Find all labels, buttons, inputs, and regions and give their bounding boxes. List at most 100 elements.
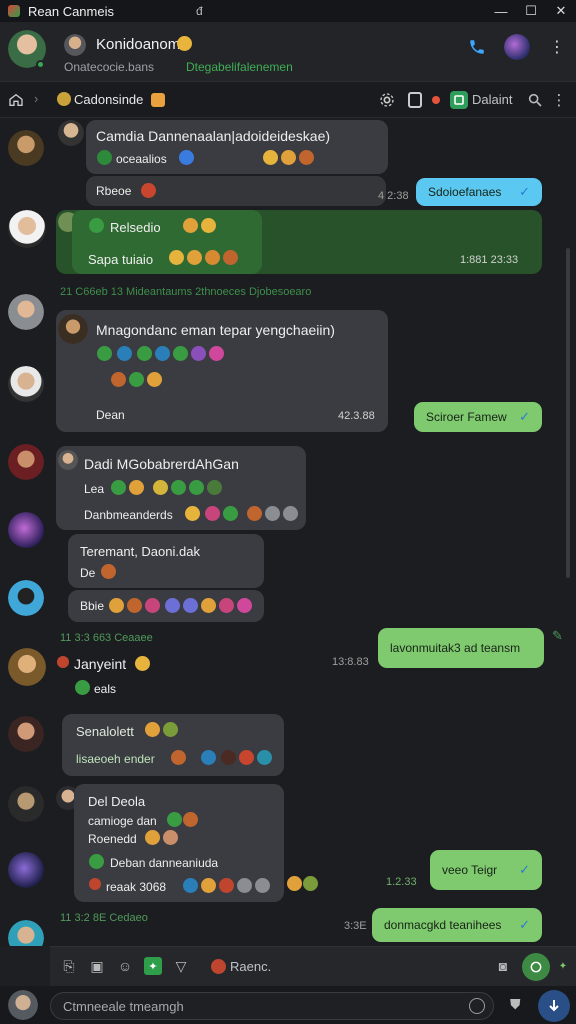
sender-avatar[interactable]	[8, 580, 44, 616]
scrollbar[interactable]	[566, 248, 570, 578]
message-text: reaak 3068	[106, 880, 167, 894]
send-button[interactable]	[538, 990, 570, 1022]
sender-avatar[interactable]	[8, 512, 44, 548]
message-bubble[interactable]: Camdia Dannenaalan|adoideideskae) oceaal…	[86, 120, 388, 174]
message-text: eals	[94, 682, 117, 696]
emoji-icon	[183, 218, 198, 233]
sender-avatar[interactable]	[8, 786, 44, 822]
message-title: Mnagondanc eman tepar yengchaeiin)	[96, 322, 335, 338]
record-icon	[432, 96, 440, 104]
search-icon[interactable]	[526, 91, 544, 109]
clock-icon[interactable]	[469, 998, 485, 1014]
message-text: Teremant, Daoni.dak	[80, 544, 200, 559]
emoji-icon	[163, 830, 178, 845]
emoji-icon	[89, 218, 104, 233]
my-avatar[interactable]	[8, 990, 38, 1020]
message-bubble[interactable]: Relsedio Sapa tuiaio 1:881 23:33	[56, 210, 542, 274]
sender-avatar[interactable]	[8, 366, 44, 402]
tablet-icon[interactable]	[406, 91, 424, 109]
sender-avatar[interactable]	[8, 648, 46, 686]
minimize-button[interactable]: —	[486, 0, 516, 22]
pencil-icon[interactable]: ✎	[552, 628, 563, 644]
emoji-icon	[135, 656, 150, 671]
emoji-icon	[167, 812, 182, 827]
title-bar: Rean Canmeis đ — ☐ ✕	[0, 0, 576, 22]
home-icon[interactable]	[6, 90, 26, 110]
emoji-icon	[191, 346, 206, 361]
message-title: Camdia Dannenaalan|adoideideskae)	[96, 128, 331, 144]
read-check-icon: ✓	[519, 862, 530, 877]
attach-icon[interactable]: ⎘	[60, 957, 78, 975]
sender-avatar[interactable]	[8, 210, 46, 248]
message-time: 3:3E	[344, 920, 367, 932]
emoji-icon	[171, 750, 186, 765]
app-logo-icon	[8, 5, 20, 17]
sender-avatar[interactable]	[8, 852, 44, 888]
phone-call-icon[interactable]	[466, 36, 488, 58]
emoji-icon	[189, 480, 204, 495]
message-text: Lea	[84, 482, 105, 496]
emoji-icon	[177, 36, 192, 51]
sticker-icon[interactable]: ✦	[144, 957, 162, 975]
message-bubble[interactable]: Mnagondanc eman tepar yengchaeiin) Dean …	[56, 310, 388, 432]
emoji-icon	[207, 480, 222, 495]
sender-avatar[interactable]	[8, 444, 44, 480]
outgoing-message[interactable]: veeo Teigr ✓	[430, 850, 542, 890]
channel-name[interactable]: Cadonsinde	[74, 92, 143, 107]
emoji-icon	[265, 506, 280, 521]
sender-avatar[interactable]	[8, 294, 44, 330]
outgoing-message[interactable]: Sdoioefanaes ✓	[416, 178, 542, 206]
menu-icon[interactable]: ⋮	[550, 90, 568, 110]
maximize-button[interactable]: ☐	[516, 0, 546, 22]
message-time: 42.3.88	[338, 410, 375, 422]
image-icon[interactable]: ▣	[88, 957, 106, 975]
sender-avatar[interactable]	[8, 130, 44, 166]
message-time: 1:881 23:33	[460, 254, 519, 266]
emoji-icon	[201, 598, 216, 613]
chat-subtitle: Onatecocie.bans	[64, 60, 155, 74]
sender-avatar[interactable]	[8, 920, 44, 946]
emoji-icon	[179, 150, 194, 165]
sparkle-icon[interactable]: ✦	[554, 957, 572, 975]
sender-avatar[interactable]	[8, 716, 44, 752]
more-options-icon[interactable]: ⋮	[548, 36, 566, 58]
message-title: Dadi MGobabrerdAhGan	[84, 456, 239, 472]
outgoing-message[interactable]: Sciroer Famew ✓	[414, 402, 542, 432]
camera-icon[interactable]: ◙	[494, 957, 512, 975]
chat-title: Konidoanom	[96, 36, 181, 53]
emoji-icon	[219, 878, 234, 893]
group-avatar[interactable]	[504, 34, 530, 60]
message-bubble[interactable]: Rbeoe	[86, 176, 386, 206]
message-bubble[interactable]: Del Deola camioge dan Roenedd Deban dann…	[74, 784, 284, 902]
message-bubble[interactable]: Teremant, Daoni.dak De	[68, 534, 264, 588]
emoji-picker-icon[interactable]: ☺	[116, 957, 134, 975]
emoji-icon	[129, 372, 144, 387]
emoji-icon	[101, 564, 116, 579]
message-list[interactable]: Camdia Dannenaalan|adoideideskae) oceaal…	[0, 118, 576, 946]
emoji-icon	[187, 250, 202, 265]
emoji-icon	[299, 150, 314, 165]
settings-icon[interactable]	[378, 91, 396, 109]
message-input[interactable]: Ctmneeale tmeamgh	[50, 992, 494, 1020]
message-bubble[interactable]: Dadi MGobabrerdAhGan Lea Danbmeanderds	[56, 446, 306, 530]
message-bubble[interactable]: Bbie	[68, 590, 264, 622]
emoji-icon	[201, 750, 216, 765]
quoted-message[interactable]: Relsedio Sapa tuiaio	[72, 210, 262, 274]
emoji-icon	[145, 830, 160, 845]
composer-chip[interactable]: Raenc.	[230, 959, 271, 974]
emoji-icon	[129, 480, 144, 495]
message-text: Deban danneaniuda	[110, 856, 219, 870]
app-badge-icon[interactable]	[450, 91, 468, 109]
sender-mini-avatar	[58, 314, 88, 344]
outgoing-message[interactable]: donmacgkd teanihees ✓	[372, 908, 542, 942]
filter-icon[interactable]: ▽	[172, 957, 190, 975]
action-label[interactable]: Dalaint	[472, 92, 512, 107]
message-text: Sdoioefanaes	[428, 185, 502, 199]
outgoing-message[interactable]: lavonmuitak3 ad teansm	[378, 628, 544, 668]
close-button[interactable]: ✕	[546, 0, 576, 22]
emoji-icon	[173, 346, 188, 361]
shield-icon[interactable]: ⛊	[510, 996, 521, 1013]
quick-reply-icon[interactable]	[522, 953, 550, 981]
message-bubble[interactable]: Senalolett lisaeoeh ender	[62, 714, 284, 776]
message-time: 13:8.83	[332, 656, 369, 668]
